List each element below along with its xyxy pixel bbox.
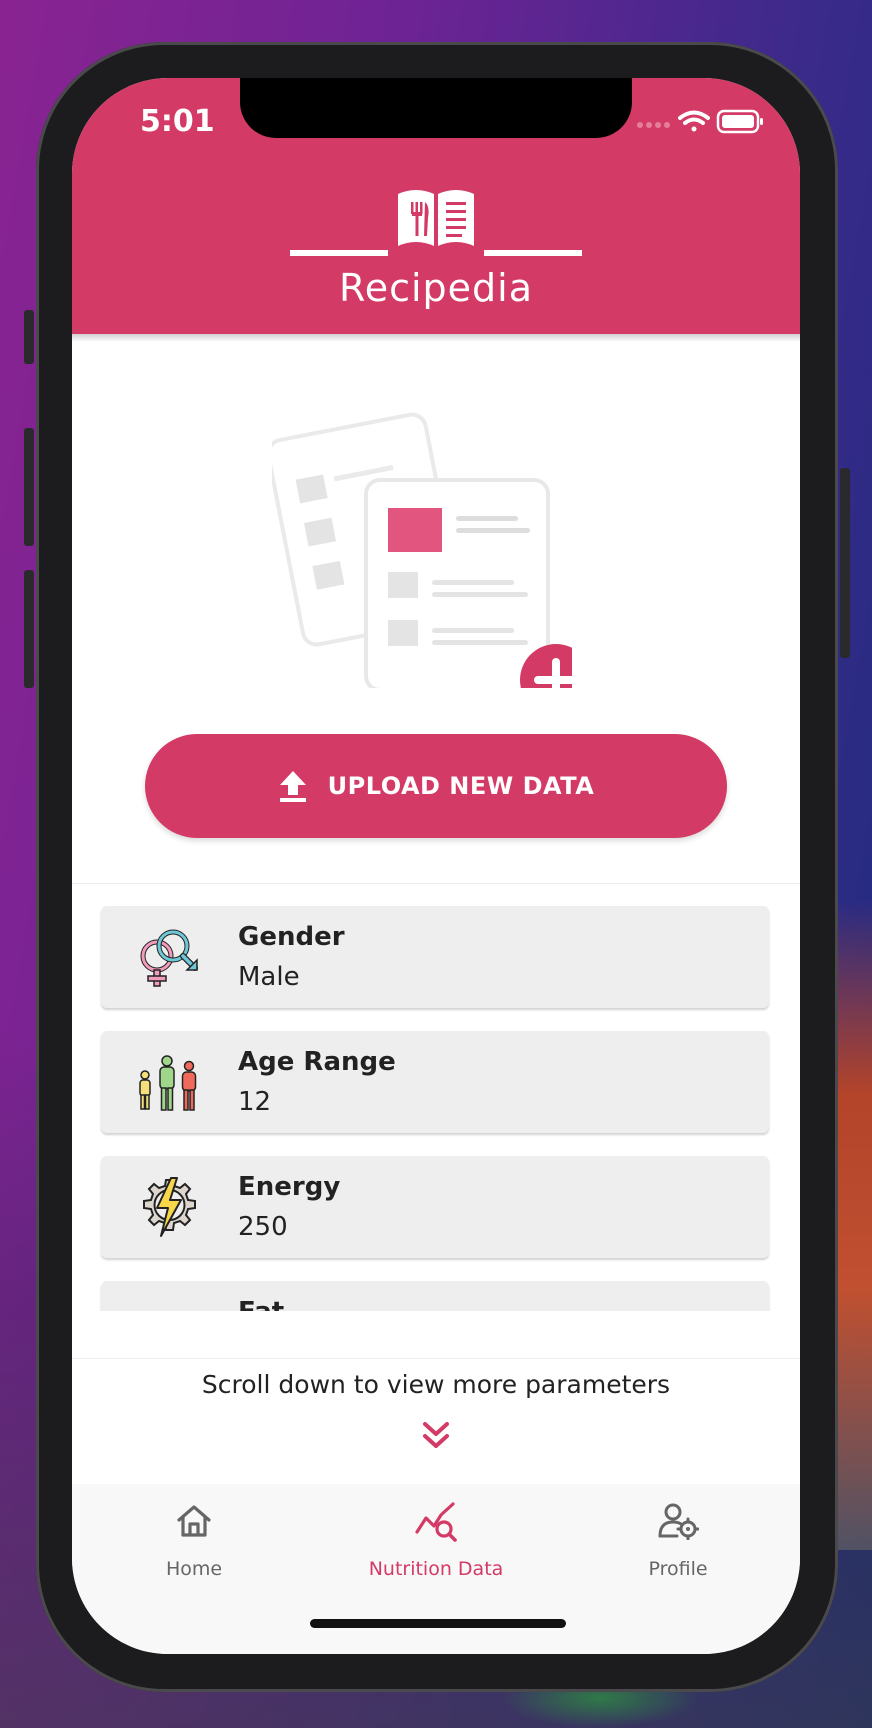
parameter-title: Energy bbox=[238, 1172, 341, 1202]
app-header: 5:01 Recipedia bbox=[72, 78, 800, 334]
mute-switch bbox=[24, 310, 34, 364]
notch bbox=[240, 78, 632, 138]
parameter-card-fat[interactable]: Fat bbox=[101, 1281, 769, 1311]
wifi-icon bbox=[678, 110, 710, 132]
nutrition-chart-icon bbox=[415, 1502, 457, 1542]
parameter-value: Male bbox=[238, 962, 300, 992]
fat-icon bbox=[135, 1299, 201, 1311]
app-logo bbox=[72, 188, 800, 258]
parameter-title: Gender bbox=[238, 922, 345, 952]
scroll-hint-text: Scroll down to view more parameters bbox=[201, 1370, 671, 1399]
upload-button-label: UPLOAD NEW DATA bbox=[327, 772, 595, 800]
parameter-value: 250 bbox=[238, 1212, 288, 1242]
logo-line-left bbox=[290, 250, 388, 256]
volume-up-button bbox=[24, 428, 34, 546]
upload-icon bbox=[279, 771, 306, 802]
volume-down-button bbox=[24, 570, 34, 688]
hint-divider bbox=[72, 1358, 800, 1359]
header-shadow bbox=[72, 334, 800, 342]
app-title: Recipedia bbox=[339, 266, 533, 310]
parameter-card-gender[interactable]: Gender Male bbox=[101, 906, 769, 1008]
app-screen: 5:01 Recipedia UPLOAD NEW DATA Gender Ma… bbox=[72, 78, 800, 1654]
tab-label: Profile bbox=[648, 1558, 708, 1580]
tab-profile[interactable]: Profile bbox=[578, 1502, 778, 1592]
parameter-card-energy[interactable]: Energy 250 bbox=[101, 1156, 769, 1258]
parameter-card-age-range[interactable]: Age Range 12 bbox=[101, 1031, 769, 1133]
tab-label: Home bbox=[165, 1558, 223, 1580]
home-indicator bbox=[310, 1619, 566, 1628]
parameter-list[interactable]: Gender Male Age Range 12 Energy 250 bbox=[72, 906, 800, 1311]
energy-icon bbox=[143, 1177, 196, 1237]
status-icons bbox=[636, 108, 766, 142]
signal-icon bbox=[637, 122, 670, 128]
parameter-value: 12 bbox=[238, 1087, 272, 1117]
profile-settings-icon bbox=[658, 1503, 700, 1541]
bottom-tab-bar: Home Nutrition Data Profile bbox=[72, 1484, 800, 1654]
tab-label: Nutrition Data bbox=[368, 1558, 504, 1580]
home-icon bbox=[177, 1505, 211, 1537]
upload-data-illustration bbox=[272, 412, 572, 688]
age-group-icon bbox=[139, 1055, 197, 1111]
section-divider bbox=[72, 883, 800, 884]
parameter-title: Age Range bbox=[238, 1047, 396, 1077]
upload-new-data-button[interactable]: UPLOAD NEW DATA bbox=[145, 734, 727, 838]
parameter-title: Fat bbox=[238, 1297, 284, 1311]
logo-line-right bbox=[484, 250, 582, 256]
tab-nutrition-data[interactable]: Nutrition Data bbox=[336, 1502, 536, 1592]
tab-home[interactable]: Home bbox=[94, 1502, 294, 1592]
power-button bbox=[840, 468, 850, 658]
double-chevron-down-icon[interactable] bbox=[420, 1420, 452, 1456]
gender-icon bbox=[140, 929, 198, 987]
recipe-book-icon bbox=[398, 190, 474, 246]
status-time: 5:01 bbox=[140, 104, 215, 139]
battery-icon bbox=[716, 109, 763, 134]
